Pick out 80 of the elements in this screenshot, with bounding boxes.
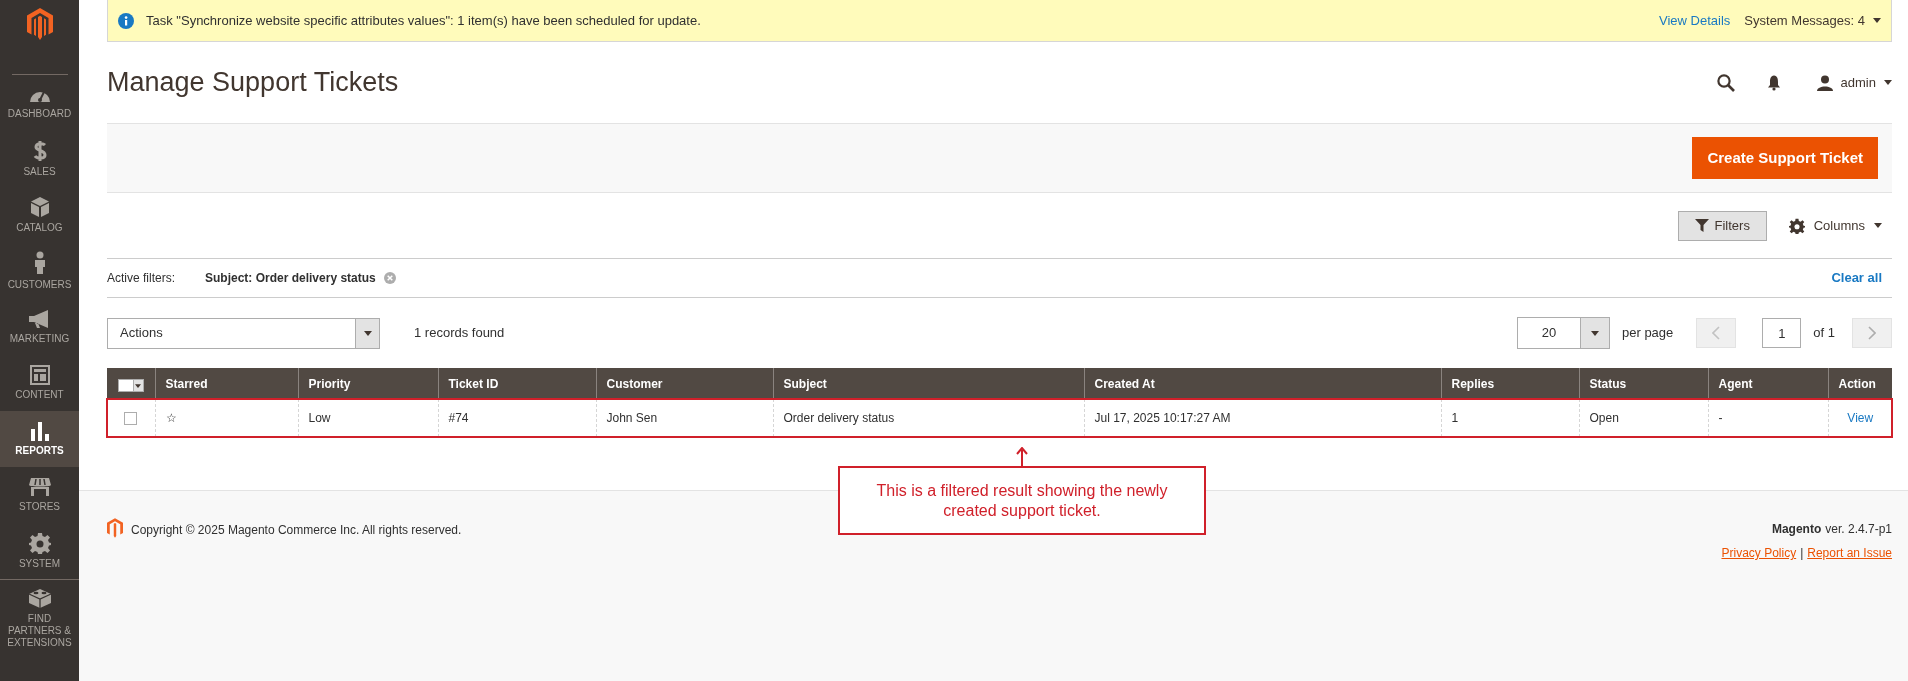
column-header[interactable]: Subject xyxy=(773,368,1084,399)
box-icon xyxy=(29,196,50,218)
message-text: Task "Synchronize website specific attributes values": 1 item(s) have been scheduled for update. xyxy=(146,11,701,30)
logo-icon[interactable] xyxy=(26,8,53,40)
sidebar-item[interactable]: CATALOG xyxy=(0,187,79,243)
caret-icon xyxy=(1874,223,1882,228)
sidebar-item[interactable]: MARKETING xyxy=(0,299,79,355)
sidebar-item[interactable]: CUSTOMERS xyxy=(0,243,79,299)
chevron-right-icon xyxy=(1868,326,1876,340)
caret-icon xyxy=(1591,330,1599,336)
layout-icon xyxy=(29,365,50,385)
columns-dropdown[interactable]: Columns xyxy=(1788,215,1882,236)
privacy-policy-link[interactable]: Privacy Policy xyxy=(1721,544,1797,562)
mass-select-checkbox[interactable] xyxy=(117,379,144,392)
table-cell: Open xyxy=(1589,411,1619,425)
sidebar-item[interactable]: SYSTEM xyxy=(0,523,79,579)
settings-icon xyxy=(1788,217,1805,234)
link-separator: | xyxy=(1800,545,1804,562)
page-total: of 1 xyxy=(1813,324,1835,343)
caret-icon xyxy=(363,330,372,336)
column-header[interactable]: Ticket ID xyxy=(438,368,596,399)
column-header[interactable]: Agent xyxy=(1708,368,1828,399)
person-icon xyxy=(32,251,47,275)
funnel-icon xyxy=(1694,219,1709,232)
row-checkbox[interactable] xyxy=(124,412,138,426)
search-icon[interactable] xyxy=(1716,73,1735,92)
remove-filter-icon[interactable] xyxy=(383,272,396,284)
sidebar-item[interactable]: SALES xyxy=(0,131,79,187)
sidebar-item[interactable]: CONTENT xyxy=(0,355,79,411)
brand-name: Magento xyxy=(1771,521,1822,538)
sidebar-item[interactable]: REPORTS xyxy=(0,411,79,467)
notification-bell-icon[interactable] xyxy=(1766,74,1781,91)
sidebar-item[interactable]: STORES xyxy=(0,467,79,523)
table-cell: John Sen xyxy=(606,411,658,425)
logo-icon xyxy=(107,518,123,538)
info-icon xyxy=(118,12,134,29)
records-count: 1 records found xyxy=(414,324,505,343)
user-icon xyxy=(1816,74,1833,91)
settings-icon xyxy=(28,532,51,554)
view-link[interactable]: View xyxy=(1847,411,1874,425)
table-cell: Order delivery status xyxy=(783,411,895,425)
per-page-dropdown[interactable]: 20 xyxy=(1517,317,1610,349)
column-header[interactable]: Replies xyxy=(1441,368,1579,399)
table-cell: 1 xyxy=(1451,411,1459,425)
table-cell: - xyxy=(1718,411,1723,425)
table-cell: #74 xyxy=(448,411,469,425)
column-header[interactable]: Action xyxy=(1828,368,1892,399)
column-header[interactable]: Created At xyxy=(1084,368,1441,399)
filter-label: Subject: Order delivery status xyxy=(205,270,376,287)
user-menu[interactable]: admin xyxy=(1816,72,1892,93)
table-cell: Low xyxy=(308,411,331,425)
copyright-text: Copyright © 2025 Magento Commerce Inc. All rights reserved. xyxy=(131,522,462,539)
clear-all-link[interactable]: Clear all xyxy=(1831,268,1882,288)
brick-icon xyxy=(27,586,52,609)
column-header[interactable]: Priority xyxy=(298,368,438,399)
caret-icon xyxy=(1873,18,1881,23)
annotation-text: This is a filtered result showing the newly created support ticket. xyxy=(875,480,1169,521)
dollar-icon xyxy=(32,140,47,162)
system-messages-dropdown[interactable]: System Messages: 4 xyxy=(1744,10,1881,31)
filters-button[interactable]: Filters xyxy=(1677,210,1767,241)
caret-icon xyxy=(135,383,142,388)
actions-dropdown[interactable]: Actions xyxy=(107,317,380,349)
column-header[interactable]: Status xyxy=(1579,368,1708,399)
table-cell: Jul 17, 2025 10:17:27 AM xyxy=(1094,411,1231,425)
column-header[interactable]: Starred xyxy=(155,368,298,399)
chevron-left-icon xyxy=(1712,326,1721,340)
active-filters-label: Active filters: xyxy=(107,270,175,287)
page-number-field[interactable]: 1 xyxy=(1762,318,1802,348)
sidebar-item[interactable]: DASHBOARD xyxy=(0,75,79,131)
create-support-ticket-button[interactable]: Create Support Ticket xyxy=(1692,137,1878,179)
per-page-label: per page xyxy=(1622,324,1674,343)
bar-chart-icon xyxy=(29,421,50,441)
version-text: ver. 2.4.7-p1 xyxy=(1825,521,1892,538)
report-issue-link[interactable]: Report an Issue xyxy=(1807,544,1892,562)
caret-icon xyxy=(1884,80,1892,85)
star-toggle[interactable]: ☆ xyxy=(165,411,177,425)
column-header[interactable]: Customer xyxy=(596,368,773,399)
storefront-icon xyxy=(27,477,52,497)
page-title: Manage Support Tickets xyxy=(107,66,399,100)
view-details-link[interactable]: View Details xyxy=(1659,10,1731,31)
